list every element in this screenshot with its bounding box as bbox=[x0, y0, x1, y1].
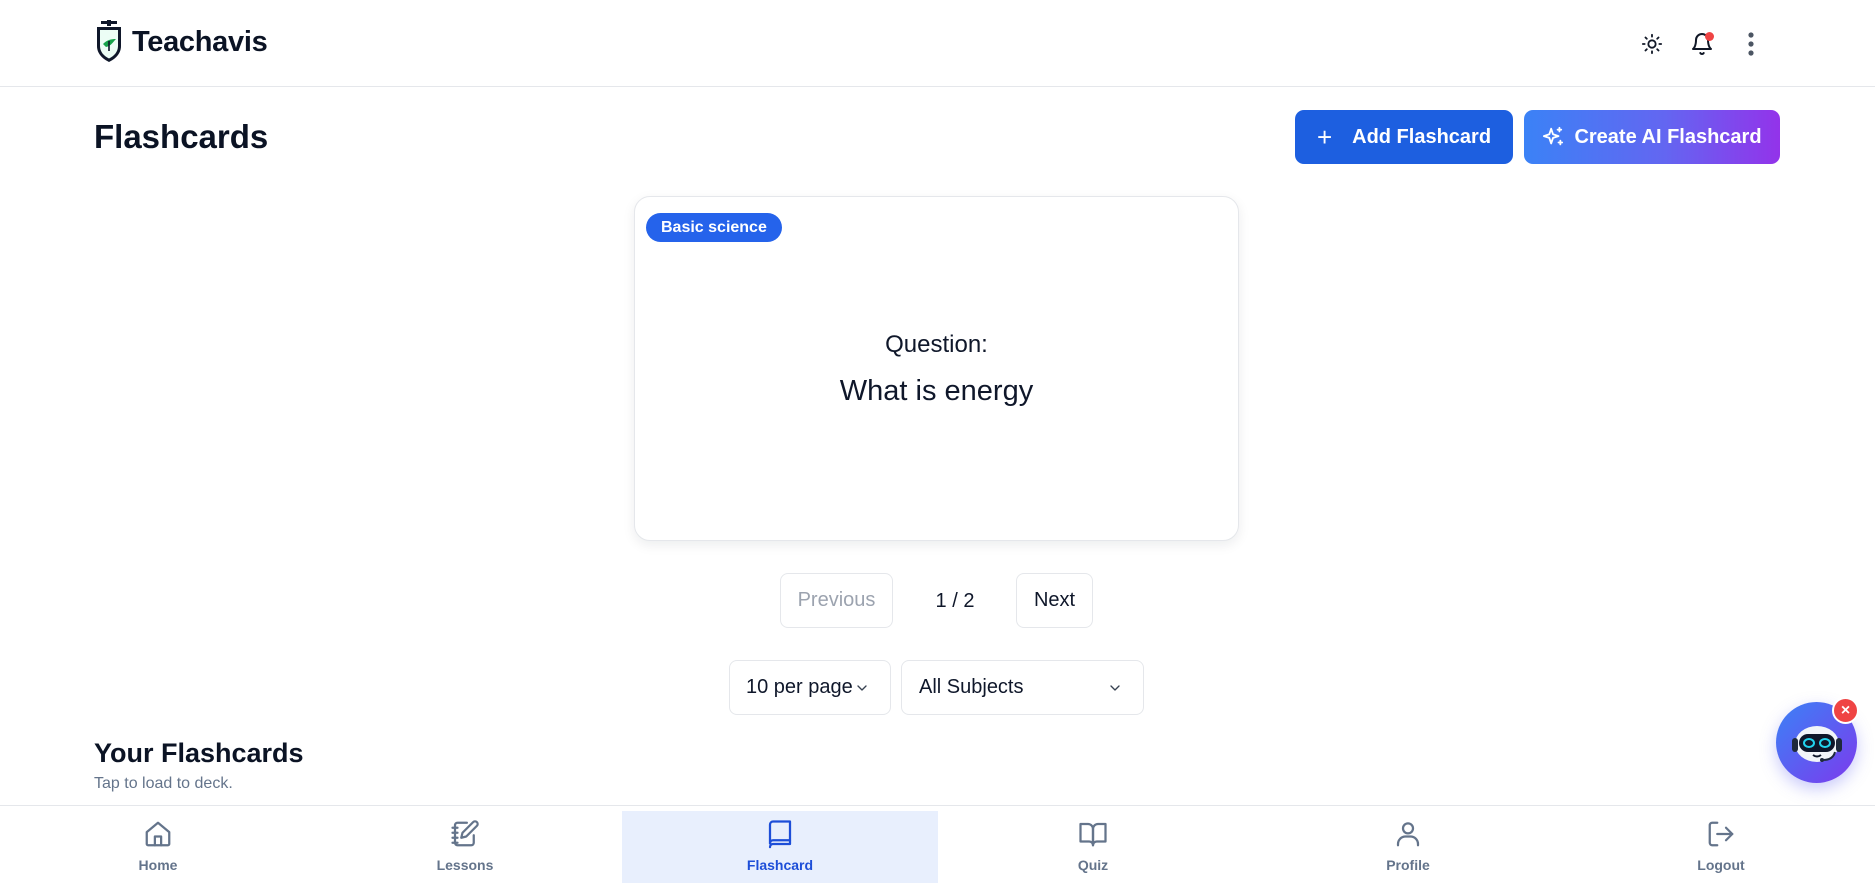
nav-label: Logout bbox=[1697, 857, 1745, 873]
nav-label: Profile bbox=[1386, 857, 1430, 873]
nav-label: Lessons bbox=[436, 857, 494, 873]
user-icon bbox=[1396, 822, 1420, 847]
subject-value: All Subjects bbox=[919, 676, 1024, 698]
chatbot-close-button[interactable]: × bbox=[1832, 697, 1859, 724]
bottom-navigation: Home Lessons Flashcard Quiz Profile Logo… bbox=[0, 805, 1875, 883]
your-flashcards-title: Your Flashcards bbox=[94, 738, 304, 768]
flashcard[interactable]: Basic science Question: What is energy bbox=[634, 196, 1239, 541]
your-flashcards-subtitle: Tap to load to deck. bbox=[94, 775, 233, 792]
robot-assistant-icon bbox=[1791, 725, 1842, 762]
sparkles-icon bbox=[1543, 126, 1564, 146]
open-book-icon bbox=[1079, 822, 1107, 847]
subject-select[interactable]: All Subjects bbox=[901, 660, 1144, 715]
previous-button[interactable]: Previous bbox=[780, 573, 893, 628]
nav-item-profile[interactable]: Profile bbox=[1250, 811, 1566, 883]
nav-label: Home bbox=[138, 857, 178, 873]
theme-toggle-button[interactable] bbox=[1634, 26, 1670, 62]
top-bar: Teachavis bbox=[0, 0, 1875, 87]
flashcards-page: Teachavis Flashcards + Add Flashcard Cre… bbox=[0, 0, 1875, 883]
nav-label: Flashcard bbox=[746, 857, 814, 873]
more-vertical-icon bbox=[1748, 32, 1754, 56]
nav-item-flashcard[interactable]: Flashcard bbox=[622, 811, 938, 883]
chevron-down-icon bbox=[1110, 685, 1120, 691]
home-icon bbox=[145, 821, 171, 847]
chevron-down-icon bbox=[857, 685, 867, 691]
page-indicator: 1 / 2 bbox=[935, 590, 975, 612]
create-ai-flashcard-button[interactable]: Create AI Flashcard bbox=[1524, 110, 1780, 164]
nav-item-logout[interactable]: Logout bbox=[1563, 811, 1875, 883]
teachavis-logo-icon bbox=[97, 20, 121, 62]
plus-icon: + bbox=[1316, 122, 1333, 152]
flashcard-question-text: What is energy bbox=[839, 375, 1034, 407]
per-page-select[interactable]: 10 per page bbox=[729, 660, 891, 715]
per-page-value: 10 per page bbox=[746, 676, 853, 698]
more-menu-button[interactable] bbox=[1733, 26, 1769, 62]
notebook-pen-icon bbox=[451, 820, 479, 847]
nav-item-home[interactable]: Home bbox=[0, 811, 316, 883]
nav-label: Quiz bbox=[1077, 857, 1109, 873]
sun-icon bbox=[1641, 33, 1663, 55]
flashcard-question-label: Question: bbox=[885, 331, 988, 358]
add-flashcard-button[interactable]: + Add Flashcard bbox=[1295, 110, 1513, 164]
next-button[interactable]: Next bbox=[1016, 573, 1093, 628]
notifications-button[interactable] bbox=[1684, 26, 1720, 62]
brand[interactable]: Teachavis bbox=[94, 20, 268, 64]
subject-badge: Basic science bbox=[646, 213, 782, 242]
create-ai-flashcard-label: Create AI Flashcard bbox=[1574, 125, 1762, 148]
logout-icon bbox=[1708, 821, 1734, 847]
page-title: Flashcards bbox=[94, 118, 269, 155]
app-name: Teachavis bbox=[132, 25, 268, 58]
notification-dot bbox=[1705, 32, 1714, 41]
book-icon bbox=[768, 820, 792, 849]
add-flashcard-label: Add Flashcard bbox=[1352, 125, 1492, 148]
nav-item-lessons[interactable]: Lessons bbox=[307, 811, 623, 883]
nav-item-quiz[interactable]: Quiz bbox=[935, 811, 1251, 883]
